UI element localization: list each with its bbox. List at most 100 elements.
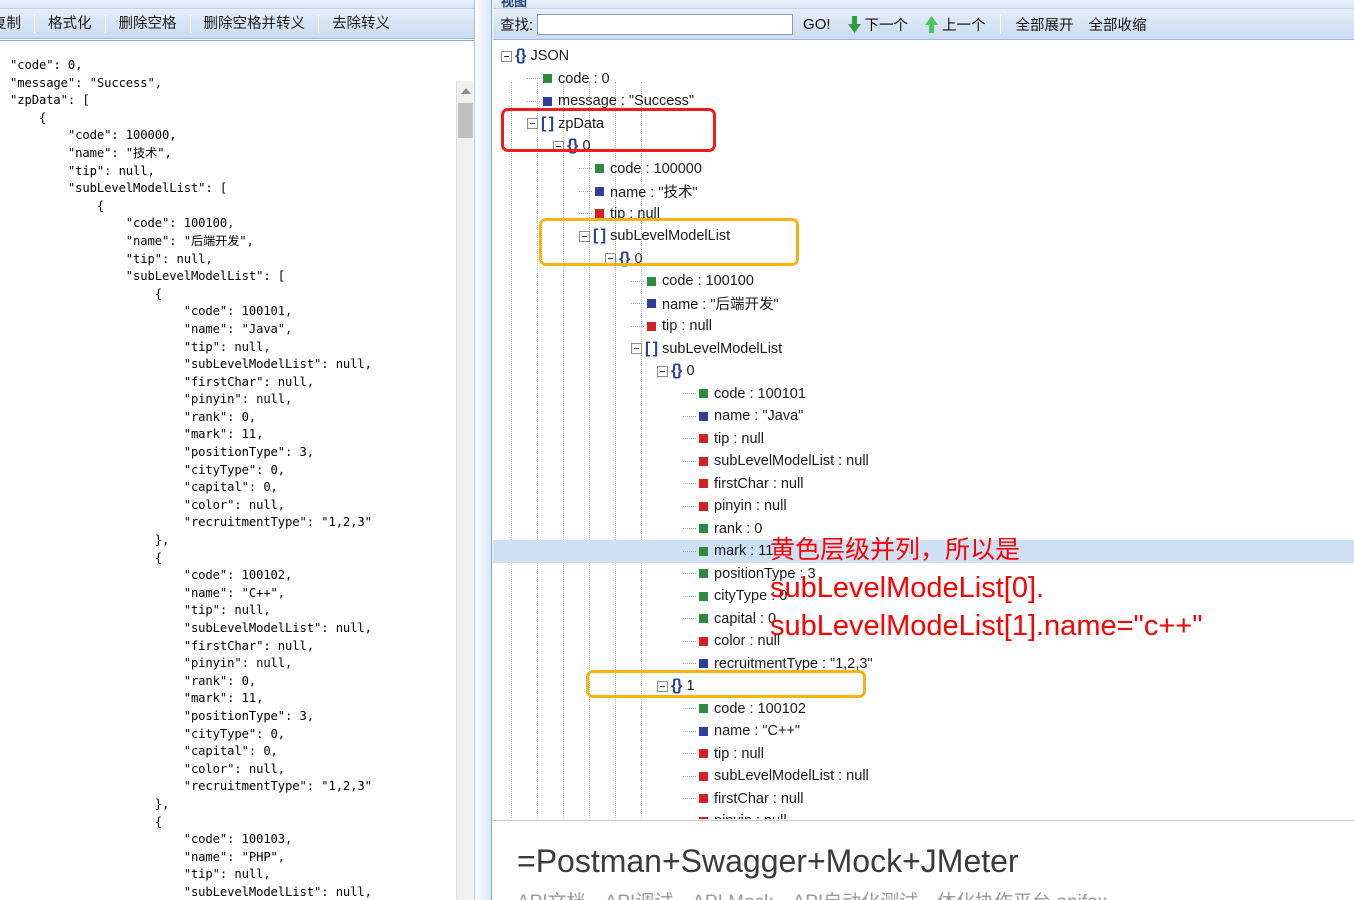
tree-collapse-toggle-icon[interactable] (553, 140, 564, 152)
tree-node[interactable]: {} JSON (493, 45, 1354, 68)
prev-match-button[interactable]: 上一个 (925, 14, 986, 35)
tree-node[interactable]: [ ] subLevelModelList (493, 225, 1354, 248)
tree-node[interactable]: tip : null (493, 203, 1354, 226)
value-type-swatch-icon (647, 299, 656, 309)
tree-node[interactable]: code : 100000 (493, 158, 1354, 181)
tree-node[interactable]: [ ] zpData (493, 113, 1354, 136)
left-json-text-panel: 复制 格式化 删除空格 删除空格并转义 去除转义 "code": 0, "mes… (0, 0, 492, 900)
tree-node-label: firstChar : null (714, 790, 804, 807)
tree-collapse-toggle-icon[interactable] (657, 680, 668, 692)
tree-connector-line (683, 753, 696, 755)
scroll-up-arrow-icon[interactable] (457, 83, 474, 98)
tree-node[interactable]: name : "C++" (493, 720, 1354, 743)
panel-splitter[interactable] (474, 0, 492, 900)
prev-match-label: 上一个 (942, 17, 986, 34)
tree-node[interactable]: name : "后端开发" (493, 293, 1354, 316)
tree-node[interactable]: tip : null (493, 743, 1354, 766)
search-input[interactable] (537, 13, 794, 35)
tree-connector-line (683, 640, 696, 642)
tree-connector-line (683, 415, 696, 417)
tree-node[interactable]: code : 0 (493, 68, 1354, 91)
value-type-swatch-icon (699, 704, 708, 714)
value-type-swatch-icon (699, 749, 708, 759)
tree-connector-line (527, 78, 540, 80)
value-type-swatch-icon (699, 771, 708, 781)
tree-node[interactable]: tip : null (493, 315, 1354, 338)
tree-connector-line (683, 663, 696, 665)
collapse-all-button[interactable]: 全部收缩 (1089, 14, 1147, 35)
tree-collapse-toggle-icon[interactable] (579, 230, 590, 242)
value-type-swatch-icon (699, 726, 708, 736)
tree-node[interactable]: code : 100101 (493, 383, 1354, 406)
tree-node[interactable]: tip : null (493, 428, 1354, 451)
tree-collapse-toggle-icon[interactable] (657, 365, 668, 377)
value-type-swatch-icon (647, 321, 656, 331)
tree-node[interactable]: {} 1 (493, 675, 1354, 698)
toolbar-button-copy[interactable]: 复制 (0, 10, 34, 38)
find-label: 查找: (500, 17, 534, 34)
tree-node[interactable]: message : "Success" (493, 90, 1354, 113)
tree-node[interactable]: {} 0 (493, 135, 1354, 158)
tree-node[interactable]: pinyin : null (493, 495, 1354, 518)
next-match-button[interactable]: 下一个 (847, 14, 908, 35)
right-tabstrip: 视图 (493, 0, 1354, 9)
json-tree[interactable]: {} JSON code : 0 message : "Success"[ ] zpDa… (493, 41, 1354, 819)
scrollbar-thumb[interactable] (458, 103, 473, 138)
tree-node[interactable]: code : 100102 (493, 698, 1354, 721)
tree-connector-line (527, 100, 540, 102)
tree-connector-line (683, 550, 696, 552)
tree-node[interactable]: [ ] subLevelModelList (493, 338, 1354, 361)
value-type-swatch-icon (699, 794, 708, 804)
tree-connector-line (683, 528, 696, 530)
tree-collapse-toggle-icon[interactable] (631, 343, 642, 355)
expand-all-button[interactable]: 全部展开 (1016, 14, 1074, 35)
tree-node-label: recruitmentType : "1,2,3" (714, 655, 873, 672)
toolbar-button-remove-spaces[interactable]: 删除空格 (106, 10, 190, 38)
go-button[interactable]: GO! (803, 16, 831, 33)
value-type-swatch-icon (699, 434, 708, 444)
toolbar-button-format[interactable]: 格式化 (35, 10, 105, 38)
tree-node[interactable]: firstChar : null (493, 473, 1354, 496)
tree-collapse-toggle-icon[interactable] (605, 253, 616, 265)
tree-connector-line (683, 775, 696, 777)
value-type-swatch-icon (699, 569, 708, 579)
annotation-line-3: subLevelModeList[1].name="c++" (770, 610, 1203, 642)
tree-node[interactable]: subLevelModelList : null (493, 450, 1354, 473)
toolbar-button-remove-spaces-escape[interactable]: 删除空格并转义 (191, 10, 319, 38)
left-toolbar: 复制 格式化 删除空格 删除空格并转义 去除转义 (0, 9, 492, 39)
toolbar-button-unescape[interactable]: 去除转义 (319, 10, 403, 38)
left-vertical-scrollbar[interactable] (456, 81, 473, 900)
tree-node[interactable]: name : "技术" (493, 180, 1354, 203)
tree-node-label: name : "Java" (714, 408, 804, 425)
tree-node-label: 0 (582, 138, 591, 155)
tree-connector-line (683, 798, 696, 800)
tree-node[interactable]: name : "Java" (493, 405, 1354, 428)
tree-node[interactable]: pinyin : null (493, 810, 1354, 819)
tree-node[interactable]: {} 0 (493, 360, 1354, 383)
tree-node[interactable]: subLevelModelList : null (493, 765, 1354, 788)
json-text-editor[interactable]: "code": 0, "message": "Success", "zpData… (0, 40, 492, 900)
tree-node[interactable]: {} 0 (493, 248, 1354, 271)
bottom-ad-banner[interactable]: =Postman+Swagger+Mock+JMeter API文档、API调试… (493, 820, 1354, 900)
tree-node[interactable]: code : 100100 (493, 270, 1354, 293)
tree-node[interactable]: firstChar : null (493, 788, 1354, 811)
tree-node[interactable]: recruitmentType : "1,2,3" (493, 653, 1354, 676)
tree-collapse-toggle-icon[interactable] (527, 118, 538, 130)
tree-node-label: 0 (686, 363, 695, 380)
tree-collapse-toggle-icon[interactable] (501, 50, 512, 62)
